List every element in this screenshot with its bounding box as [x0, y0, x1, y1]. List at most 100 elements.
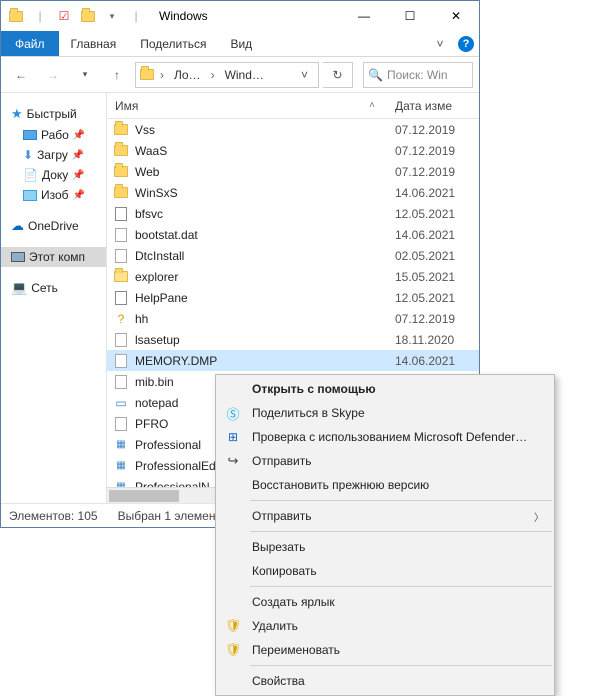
file-row[interactable]: MEMORY.DMP14.06.2021	[107, 350, 479, 371]
file-name: bfsvc	[135, 207, 395, 221]
pictures-icon	[23, 190, 37, 201]
file-name: explorer	[135, 270, 395, 284]
share-icon: ↪	[228, 453, 239, 469]
qa-sep2: |	[125, 5, 147, 27]
breadcrumb-seg2[interactable]: Wind…	[221, 68, 268, 82]
status-count: Элементов: 105	[9, 509, 98, 523]
file-type-icon	[113, 227, 129, 243]
file-row[interactable]: bootstat.dat14.06.2021	[107, 224, 479, 245]
file-row[interactable]: Vss07.12.2019	[107, 119, 479, 140]
file-date: 18.11.2020	[395, 333, 479, 347]
ctx-create-shortcut[interactable]: Создать ярлык	[216, 590, 554, 614]
ribbon-file-tab[interactable]: Файл	[1, 31, 59, 56]
file-row[interactable]: WinSxS14.06.2021	[107, 182, 479, 203]
tree-this-pc[interactable]: Этот комп	[1, 247, 106, 267]
ctx-defender-scan[interactable]: ⊞ Проверка с использованием Microsoft De…	[216, 425, 554, 449]
file-row[interactable]: Web07.12.2019	[107, 161, 479, 182]
file-type-icon: ▦	[113, 458, 129, 474]
file-row[interactable]: DtcInstall02.05.2021	[107, 245, 479, 266]
cloud-icon: ☁	[11, 218, 24, 234]
file-date: 07.12.2019	[395, 312, 479, 326]
tree-quick-access[interactable]: ★ Быстрый	[1, 103, 106, 125]
scrollbar-thumb[interactable]	[109, 490, 179, 502]
address-bar[interactable]: Ло… Wind… ˅	[135, 62, 319, 88]
ctx-separator	[250, 500, 552, 501]
ribbon-collapse-icon[interactable]: ˅	[427, 31, 453, 56]
ctx-share[interactable]: ↪ Отправить	[216, 449, 554, 473]
tree-documents-pin[interactable]: 📄 Доку 📌	[1, 165, 106, 185]
ribbon-tab-share[interactable]: Поделиться	[128, 31, 218, 56]
tree-pictures-pin[interactable]: Изоб 📌	[1, 185, 106, 205]
shield-icon: 🛡	[225, 618, 242, 634]
network-icon: 💻	[11, 280, 27, 296]
tree-onedrive[interactable]: ☁ OneDrive	[1, 215, 106, 237]
search-input[interactable]: 🔍 Поиск: Win	[363, 62, 473, 88]
pin-icon: 📌	[73, 130, 85, 141]
refresh-button[interactable]: ↻	[323, 62, 353, 88]
tree-downloads-pin[interactable]: ⬇ Загру 📌	[1, 145, 106, 165]
file-date: 12.05.2021	[395, 291, 479, 305]
nav-up-button[interactable]: ↑	[103, 62, 131, 88]
file-date: 14.06.2021	[395, 186, 479, 200]
ctx-send-to[interactable]: Отправить 〉	[216, 504, 554, 528]
file-type-icon: ▭	[113, 395, 129, 411]
pc-icon	[11, 252, 25, 262]
desktop-icon	[23, 130, 37, 140]
nav-back-button[interactable]: ←	[7, 62, 35, 88]
ctx-cut[interactable]: Вырезать	[216, 535, 554, 559]
file-row[interactable]: explorer15.05.2021	[107, 266, 479, 287]
maximize-button[interactable]: ☐	[387, 1, 433, 31]
star-icon: ★	[11, 106, 23, 122]
file-type-icon	[113, 206, 129, 222]
ctx-separator	[250, 531, 552, 532]
ctx-restore-version[interactable]: Восстановить прежнюю версию	[216, 473, 554, 497]
file-row[interactable]: lsasetup18.11.2020	[107, 329, 479, 350]
file-name: MEMORY.DMP	[135, 354, 395, 368]
file-name: Web	[135, 165, 395, 179]
tree-desktop-pin[interactable]: Рабо 📌	[1, 125, 106, 145]
ctx-separator	[250, 665, 552, 666]
address-dropdown-icon[interactable]: ˅	[295, 68, 314, 82]
close-button[interactable]: ✕	[433, 1, 479, 31]
qa-newfolder-icon[interactable]	[77, 5, 99, 27]
search-icon: 🔍	[368, 68, 383, 82]
file-type-icon	[113, 353, 129, 369]
ribbon: Файл Главная Поделиться Вид ˅ ?	[1, 31, 479, 57]
list-header: Имя ˄ Дата изме	[107, 93, 479, 119]
ctx-skype-share[interactable]: Ⓢ Поделиться в Skype	[216, 401, 554, 425]
qa-dropdown-icon[interactable]: ▾	[101, 5, 123, 27]
tree-onedrive-label: OneDrive	[28, 219, 79, 233]
nav-recent-icon[interactable]: ▾	[71, 62, 99, 88]
pin-icon: 📌	[72, 150, 84, 161]
ctx-rename[interactable]: 🛡 Переименовать	[216, 638, 554, 662]
file-date: 14.06.2021	[395, 354, 479, 368]
documents-icon: 📄	[23, 168, 38, 182]
tree-pin-label: Загру	[37, 148, 68, 162]
ctx-delete[interactable]: 🛡 Удалить	[216, 614, 554, 638]
folder-icon	[5, 5, 27, 27]
breadcrumb-seg1[interactable]: Ло…	[170, 68, 205, 82]
file-type-icon	[113, 248, 129, 264]
ribbon-tab-home[interactable]: Главная	[59, 31, 129, 56]
column-header-name[interactable]: Имя ˄	[107, 99, 395, 113]
help-button[interactable]: ?	[453, 31, 479, 56]
file-row[interactable]: WaaS07.12.2019	[107, 140, 479, 161]
ctx-separator	[250, 586, 552, 587]
nav-forward-button[interactable]: →	[39, 62, 67, 88]
address-folder-icon	[140, 69, 154, 80]
tree-network[interactable]: 💻 Сеть	[1, 277, 106, 299]
file-row[interactable]: bfsvc12.05.2021	[107, 203, 479, 224]
ribbon-tab-view[interactable]: Вид	[218, 31, 264, 56]
file-type-icon	[113, 185, 129, 201]
search-placeholder: Поиск: Win	[387, 68, 448, 82]
column-header-date[interactable]: Дата изме	[395, 99, 479, 113]
skype-icon: Ⓢ	[226, 404, 239, 423]
minimize-button[interactable]: —	[341, 1, 387, 31]
ctx-properties[interactable]: Свойства	[216, 669, 554, 693]
file-row[interactable]: ?hh07.12.2019	[107, 308, 479, 329]
ctx-copy[interactable]: Копировать	[216, 559, 554, 583]
file-row[interactable]: HelpPane12.05.2021	[107, 287, 479, 308]
qa-properties-icon[interactable]: ☑	[53, 5, 75, 27]
ctx-open-with[interactable]: Открыть с помощью	[216, 377, 554, 401]
quick-access-toolbar: | ☑ ▾ |	[1, 5, 151, 27]
